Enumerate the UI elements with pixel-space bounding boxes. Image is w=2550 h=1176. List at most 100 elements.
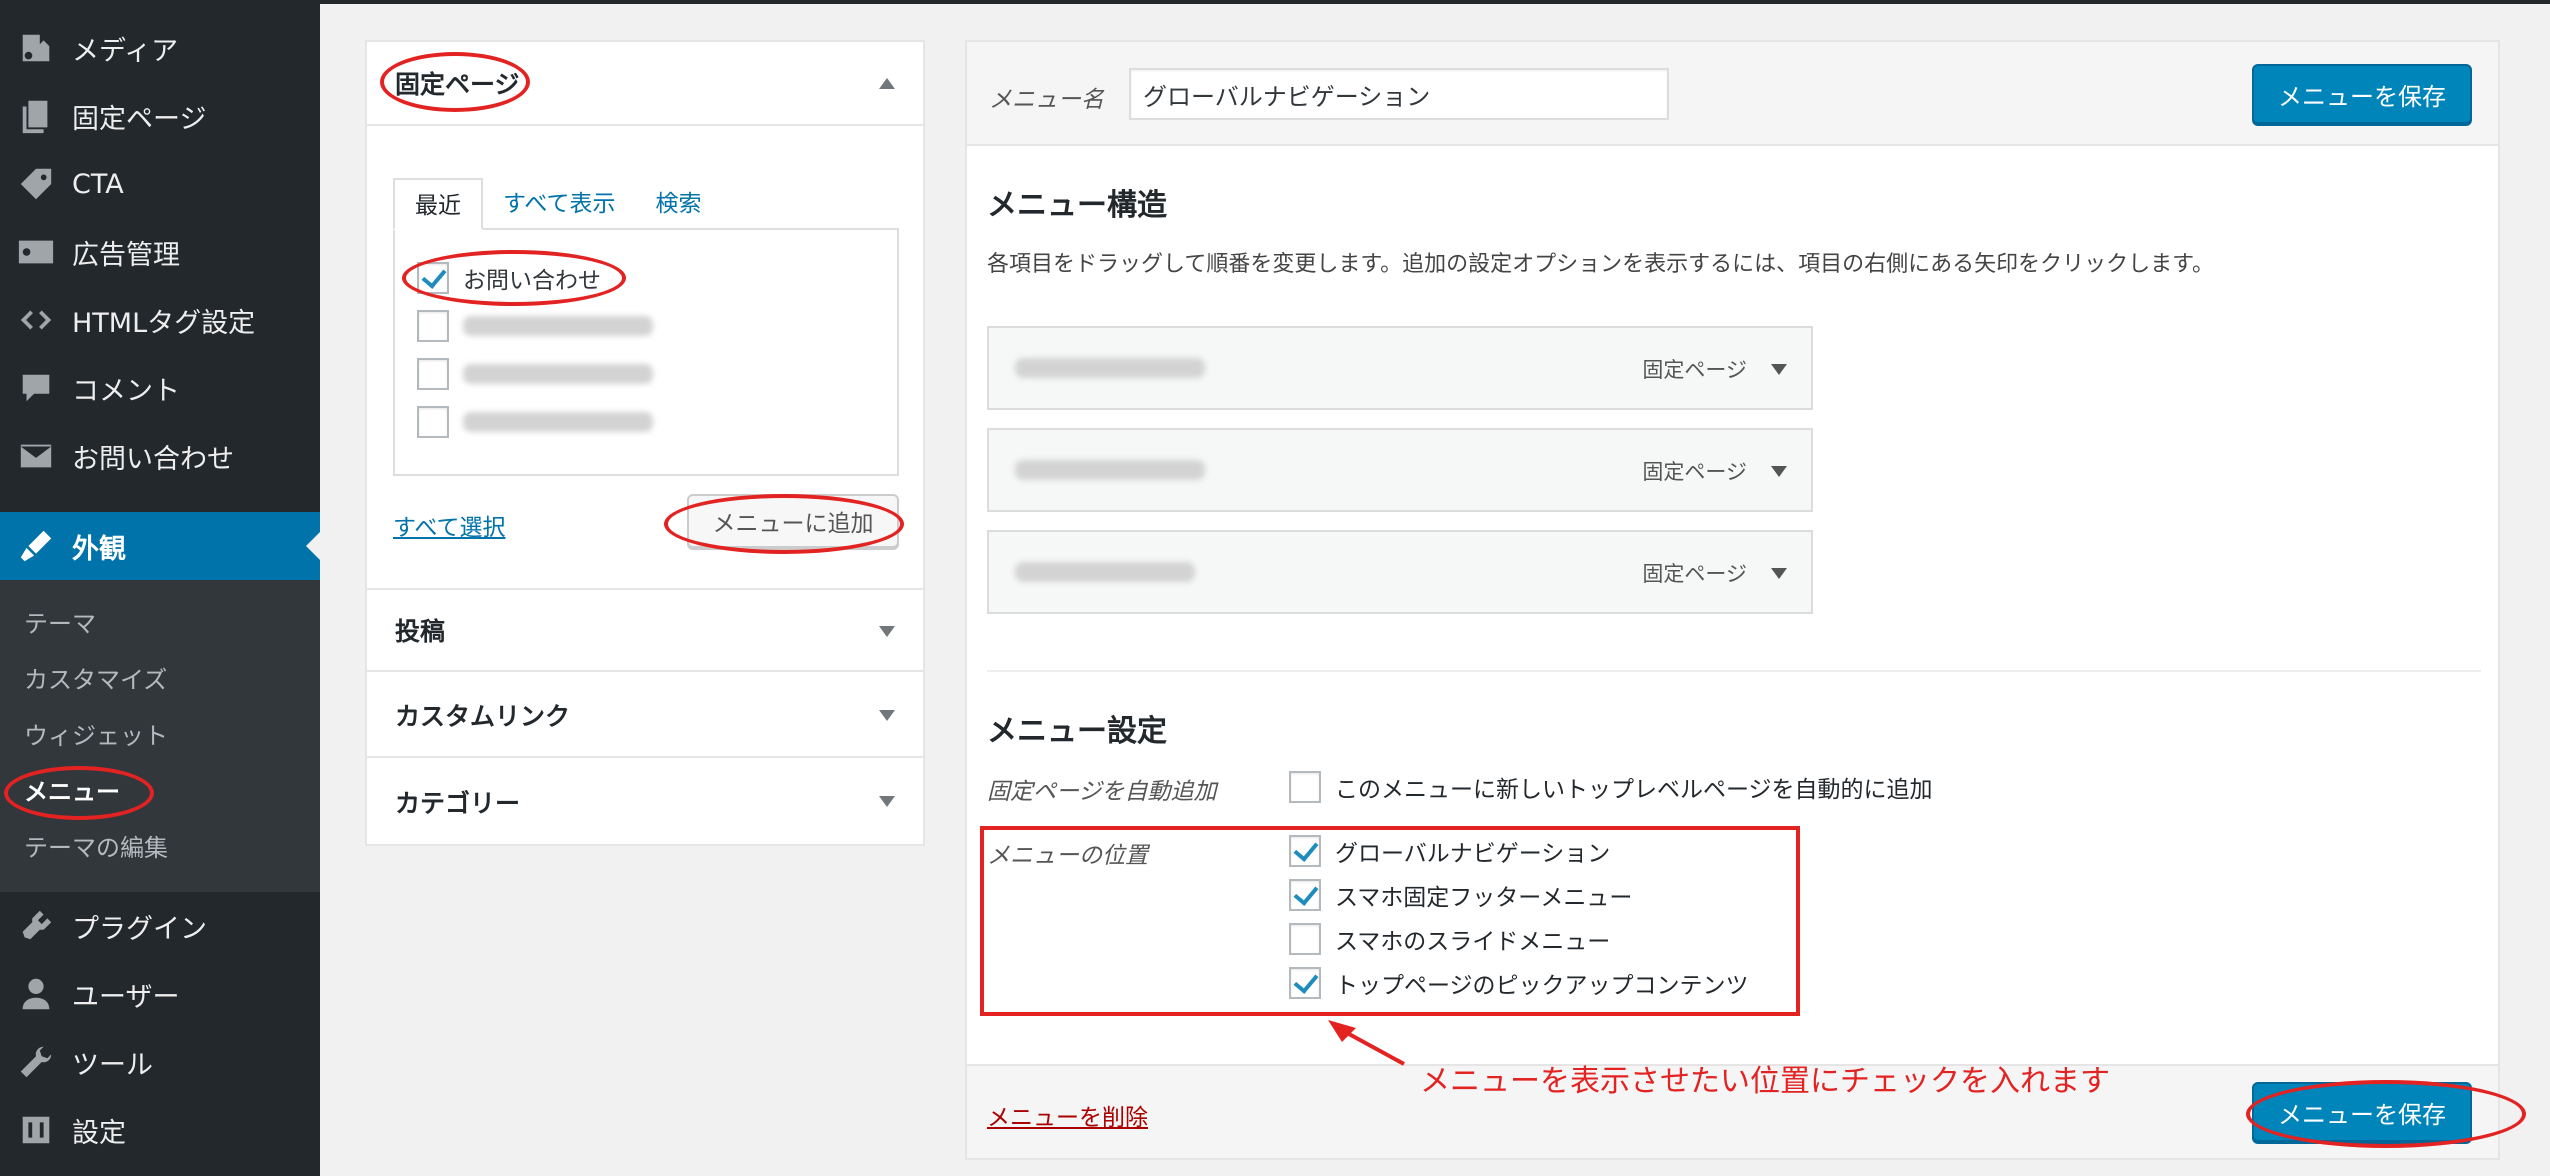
menu-item-type: 固定ページ — [1642, 358, 1747, 382]
user-icon — [0, 975, 72, 1013]
admin-sidebar: メディア 固定ページ CTA 広告管理 HTMLタグ設定 コメント お問い合わせ… — [0, 0, 320, 1176]
save-menu-button-top[interactable]: メニューを保存 — [2252, 64, 2472, 124]
sidebar-item-pages[interactable]: 固定ページ — [0, 82, 320, 150]
tab-view-all[interactable]: すべて表示 — [483, 178, 635, 230]
mail-icon — [0, 437, 72, 475]
tag-icon — [0, 165, 72, 203]
media-icon — [0, 29, 72, 67]
sidebar-item-html-tags[interactable]: HTMLタグ設定 — [0, 286, 320, 354]
accordion-title: カスタムリンク — [395, 702, 571, 731]
sidebar-item-label: CTA — [72, 168, 124, 200]
sidebar-item-tools[interactable]: ツール — [0, 1028, 320, 1096]
menu-header: メニュー名 グローバルナビゲーション メニューを保存 — [967, 42, 2498, 146]
sidebar-item-contact[interactable]: お問い合わせ — [0, 422, 320, 490]
active-indicator — [306, 532, 320, 560]
wrench-icon — [0, 1043, 72, 1081]
option-label: このメニューに新しいトップレベルページを自動的に追加 — [1335, 777, 1933, 803]
settings-icon — [0, 1111, 72, 1149]
appearance-submenu: テーマ カスタマイズ ウィジェット メニュー テーマの編集 — [0, 580, 320, 892]
pages-icon — [0, 97, 72, 135]
sidebar-item-label: プラグイン — [72, 913, 207, 945]
menu-item-type: 固定ページ — [1642, 460, 1747, 484]
menu-item[interactable]: 固定ページ — [987, 530, 1813, 614]
code-icon — [0, 301, 72, 339]
accordion-posts-header[interactable]: 投稿 — [367, 588, 923, 672]
auto-add-option[interactable]: このメニューに新しいトップレベルページを自動的に追加 — [1289, 770, 1933, 804]
accordion-title: カテゴリー — [395, 789, 521, 818]
page-checkbox[interactable] — [417, 406, 449, 438]
sidebar-item-ads[interactable]: 広告管理 — [0, 218, 320, 286]
expand-arrow-icon[interactable] — [879, 796, 895, 807]
accordion-title: 投稿 — [395, 617, 446, 646]
list-item[interactable] — [417, 404, 653, 440]
blurred-page-label — [463, 316, 653, 336]
page-checkbox[interactable] — [417, 310, 449, 342]
blurred-page-label — [463, 364, 653, 384]
submenu-item-themes[interactable]: テーマ — [24, 604, 96, 644]
sidebar-item-label: コメント — [72, 375, 180, 407]
expand-arrow-icon[interactable] — [1771, 364, 1787, 375]
sidebar-item-label: 広告管理 — [72, 239, 180, 271]
sidebar-item-label: 設定 — [72, 1117, 126, 1149]
annotation-circle-contact-item — [402, 250, 626, 306]
accordion-custom-links-header[interactable]: カスタムリンク — [367, 674, 923, 758]
annotation-arrow — [1328, 1020, 1405, 1066]
add-menu-items-panel: 固定ページ 最近 すべて表示 検索 お問い合わせ すべて選択 メニューに追加 投… — [365, 40, 925, 846]
menu-item-type: 固定ページ — [1642, 562, 1747, 586]
delete-menu-link[interactable]: メニューを削除 — [987, 1098, 1148, 1132]
sidebar-item-label: ツール — [72, 1049, 153, 1081]
divider — [987, 670, 2481, 672]
menu-item[interactable]: 固定ページ — [987, 326, 1813, 410]
select-all-link[interactable]: すべて選択 — [393, 508, 505, 542]
menu-name-input[interactable]: グローバルナビゲーション — [1129, 68, 1669, 120]
auto-add-checkbox[interactable] — [1289, 771, 1321, 803]
expand-arrow-icon[interactable] — [879, 710, 895, 721]
collapse-arrow-icon[interactable] — [879, 78, 895, 89]
sidebar-item-label: お問い合わせ — [72, 443, 234, 475]
sidebar-item-label: HTMLタグ設定 — [72, 307, 256, 339]
annotation-circle-save-button — [2246, 1080, 2526, 1148]
menu-name-label: メニュー名 — [989, 87, 1104, 113]
submenu-item-customize[interactable]: カスタマイズ — [24, 660, 167, 700]
auto-add-label: 固定ページを自動追加 — [987, 779, 1217, 805]
page-checkbox[interactable] — [417, 358, 449, 390]
tab-recent[interactable]: 最近 — [393, 178, 483, 230]
expand-arrow-icon[interactable] — [1771, 568, 1787, 579]
sidebar-item-settings[interactable]: 設定 — [0, 1096, 320, 1164]
blurred-page-label — [463, 412, 653, 432]
list-item[interactable] — [417, 308, 653, 344]
annotation-box-locations — [980, 826, 1800, 1016]
sidebar-item-comments[interactable]: コメント — [0, 354, 320, 422]
sidebar-item-label: 外観 — [72, 533, 126, 565]
sidebar-item-media[interactable]: メディア — [0, 14, 320, 82]
annotation-circle-menus-submenu — [4, 766, 154, 820]
sidebar-item-appearance[interactable]: 外観 — [0, 512, 320, 580]
comment-icon — [0, 369, 72, 407]
annotation-circle-add-button — [664, 494, 904, 554]
sidebar-item-label: ユーザー — [72, 981, 180, 1013]
appearance-icon — [0, 527, 72, 565]
blurred-item-title — [1015, 358, 1205, 378]
accordion-categories-header[interactable]: カテゴリー — [367, 760, 923, 844]
menu-settings-title: メニュー設定 — [987, 714, 1167, 749]
sidebar-item-label: 固定ページ — [72, 103, 207, 135]
list-item[interactable] — [417, 356, 653, 392]
expand-arrow-icon[interactable] — [1771, 466, 1787, 477]
annotation-note: メニューを表示させたい位置にチェックを入れます — [1420, 1064, 2110, 1099]
ad-icon — [0, 233, 72, 271]
expand-arrow-icon[interactable] — [879, 626, 895, 637]
sidebar-item-users[interactable]: ユーザー — [0, 960, 320, 1028]
menu-structure-title: メニュー構造 — [987, 188, 1167, 223]
sidebar-item-cta[interactable]: CTA — [0, 150, 320, 218]
sidebar-item-plugins[interactable]: プラグイン — [0, 892, 320, 960]
sidebar-item-label: メディア — [72, 35, 179, 67]
blurred-item-title — [1015, 460, 1205, 480]
submenu-item-theme-editor[interactable]: テーマの編集 — [24, 828, 168, 868]
menu-item[interactable]: 固定ページ — [987, 428, 1813, 512]
annotation-circle-pages-title — [380, 52, 530, 112]
blurred-item-title — [1015, 562, 1195, 582]
plugin-icon — [0, 907, 72, 945]
submenu-item-widgets[interactable]: ウィジェット — [24, 716, 168, 756]
tab-search[interactable]: 検索 — [635, 178, 721, 230]
pages-tabs: 最近 すべて表示 検索 — [393, 178, 721, 230]
